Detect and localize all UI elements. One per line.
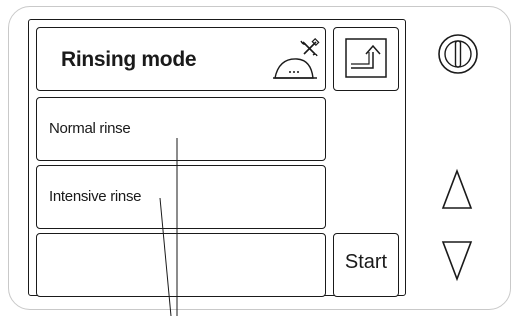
power-icon[interactable] — [436, 32, 480, 76]
option-label: Normal rinse — [49, 120, 131, 137]
header-bar: Rinsing mode — [36, 27, 326, 91]
start-button[interactable]: Start — [333, 233, 399, 297]
back-button[interactable] — [333, 27, 399, 91]
triangle-up-icon[interactable] — [440, 168, 474, 212]
triangle-down-icon[interactable] — [440, 238, 474, 282]
start-label: Start — [344, 251, 388, 273]
option-intensive-rinse[interactable]: Intensive rinse — [36, 165, 326, 229]
option-normal-rinse[interactable]: Normal rinse — [36, 97, 326, 161]
option-label: Intensive rinse — [49, 188, 142, 205]
page-title: Rinsing mode — [61, 48, 197, 71]
option-empty[interactable] — [36, 233, 326, 297]
return-arrow-icon — [345, 38, 387, 78]
settings-tools-icon[interactable] — [273, 38, 321, 82]
